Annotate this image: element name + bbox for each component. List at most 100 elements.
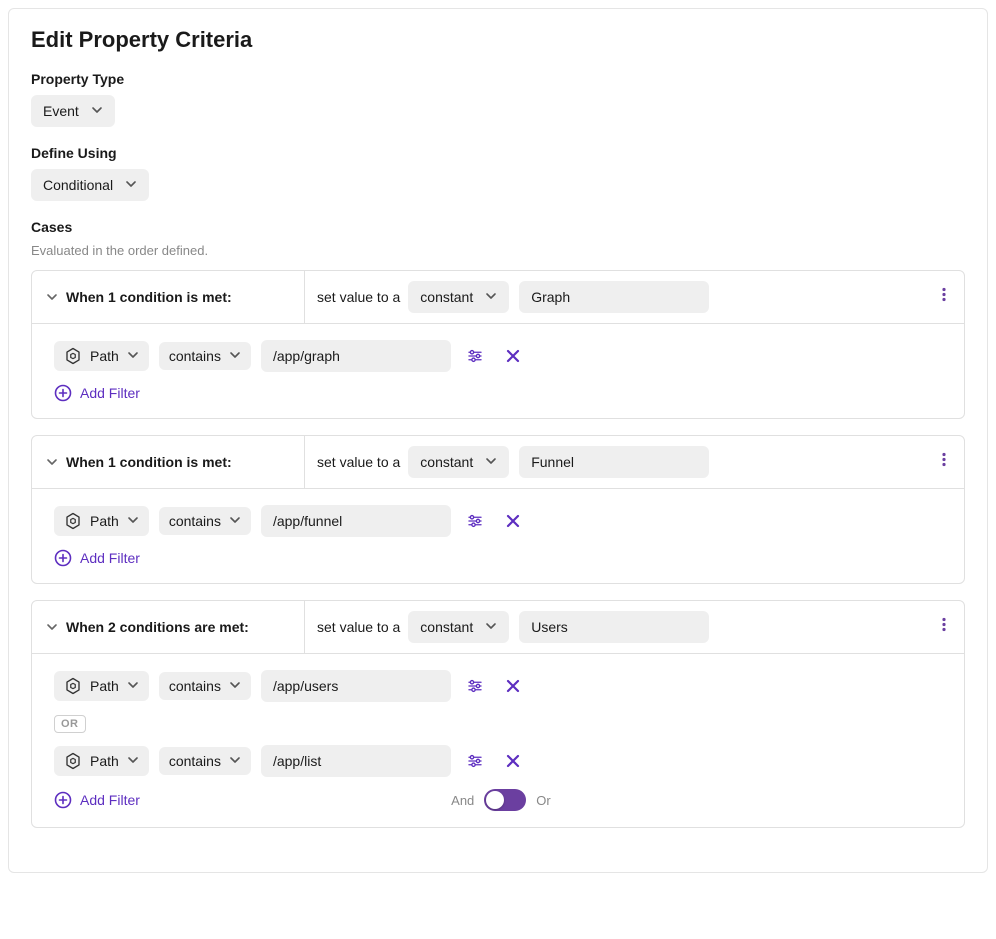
define-using-select[interactable]: Conditional [31,169,149,201]
chevron-down-icon [125,177,137,193]
case-header: When 1 condition is met: set value to a … [32,436,964,489]
case-card: When 1 condition is met: set value to a … [31,270,965,419]
define-using-block: Define Using Conditional [31,145,965,201]
cases-header: Cases Evaluated in the order defined. [31,219,965,258]
add-filter-label: Add Filter [80,550,140,566]
value-type-select[interactable]: constant [408,446,509,478]
case-value-input[interactable]: Funnel [519,446,709,478]
filter-operator-select[interactable]: contains [159,747,251,775]
cases-subtitle: Evaluated in the order defined. [31,243,965,258]
filter-field-select[interactable]: Path [54,671,149,701]
cases-label: Cases [31,219,965,235]
property-type-value: Event [43,103,79,119]
event-property-icon [64,752,82,770]
value-type-text: constant [420,289,473,305]
case-value-input[interactable]: Users [519,611,709,643]
case-value-text: Graph [531,289,570,305]
event-property-icon [64,347,82,365]
define-using-label: Define Using [31,145,965,161]
case-menu-button[interactable] [932,613,956,642]
case-header: When 1 condition is met: set value to a … [32,271,964,324]
remove-filter-button[interactable] [499,747,527,775]
filter-operator-text: contains [169,513,221,529]
case-card: When 1 condition is met: set value to a … [31,435,965,584]
add-filter-button[interactable]: Add Filter [54,549,140,567]
close-icon [505,513,521,529]
plus-circle-icon [54,384,72,402]
collapse-toggle[interactable] [46,291,66,303]
case-menu-button[interactable] [932,283,956,312]
filter-settings-button[interactable] [461,342,489,370]
filter-field-text: Path [90,678,119,694]
chevron-down-icon [229,348,241,364]
add-filter-label: Add Filter [80,792,140,808]
value-type-select[interactable]: constant [408,281,509,313]
case-body: Path contains /app/funnel [32,489,964,583]
toggle-knob [486,791,504,809]
filter-row: Path contains /app/funnel [54,505,942,537]
add-filter-button[interactable]: Add Filter [54,384,140,402]
case-value-text: Users [531,619,568,635]
event-property-icon [64,677,82,695]
collapse-toggle[interactable] [46,621,66,633]
sliders-icon [466,347,484,365]
filter-value-input[interactable]: /app/graph [261,340,451,372]
set-value-prefix: set value to a [317,289,400,305]
and-or-toggle[interactable] [484,789,526,811]
filter-operator-select[interactable]: contains [159,342,251,370]
filter-settings-button[interactable] [461,747,489,775]
close-icon [505,753,521,769]
filter-field-text: Path [90,348,119,364]
filter-value-text: /app/funnel [273,513,342,529]
plus-circle-icon [54,791,72,809]
filter-operator-text: contains [169,678,221,694]
filter-operator-select[interactable]: contains [159,672,251,700]
sliders-icon [466,677,484,695]
filter-settings-button[interactable] [461,672,489,700]
remove-filter-button[interactable] [499,672,527,700]
filter-value-input[interactable]: /app/list [261,745,451,777]
dots-vertical-icon [936,617,952,633]
add-filter-label: Add Filter [80,385,140,401]
close-icon [505,678,521,694]
filter-value-input[interactable]: /app/funnel [261,505,451,537]
case-when-label: When 1 condition is met: [66,454,304,470]
case-body: Path contains /app/graph [32,324,964,418]
value-type-text: constant [420,619,473,635]
property-type-select[interactable]: Event [31,95,115,127]
filter-settings-button[interactable] [461,507,489,535]
collapse-toggle[interactable] [46,456,66,468]
remove-filter-button[interactable] [499,507,527,535]
sliders-icon [466,752,484,770]
value-type-select[interactable]: constant [408,611,509,643]
dots-vertical-icon [936,287,952,303]
case-value-input[interactable]: Graph [519,281,709,313]
value-type-text: constant [420,454,473,470]
chevron-down-icon [485,454,497,470]
property-type-block: Property Type Event [31,71,965,127]
filter-operator-select[interactable]: contains [159,507,251,535]
filter-value-text: /app/users [273,678,338,694]
filter-field-select[interactable]: Path [54,506,149,536]
case-when-label: When 2 conditions are met: [66,619,304,635]
sliders-icon [466,512,484,530]
chevron-down-icon [127,753,139,769]
filter-operator-text: contains [169,753,221,769]
filter-field-select[interactable]: Path [54,746,149,776]
or-badge: OR [54,715,86,733]
filter-field-text: Path [90,513,119,529]
filter-field-text: Path [90,753,119,769]
filter-row: Path contains /app/list [54,745,942,777]
add-filter-button[interactable]: Add Filter [54,791,140,809]
filter-value-input[interactable]: /app/users [261,670,451,702]
chevron-down-icon [46,456,58,468]
chevron-down-icon [127,678,139,694]
remove-filter-button[interactable] [499,342,527,370]
vertical-divider [304,271,305,323]
chevron-down-icon [46,291,58,303]
case-menu-button[interactable] [932,448,956,477]
filter-value-text: /app/graph [273,348,340,364]
filter-field-select[interactable]: Path [54,341,149,371]
filter-operator-text: contains [169,348,221,364]
chevron-down-icon [229,753,241,769]
